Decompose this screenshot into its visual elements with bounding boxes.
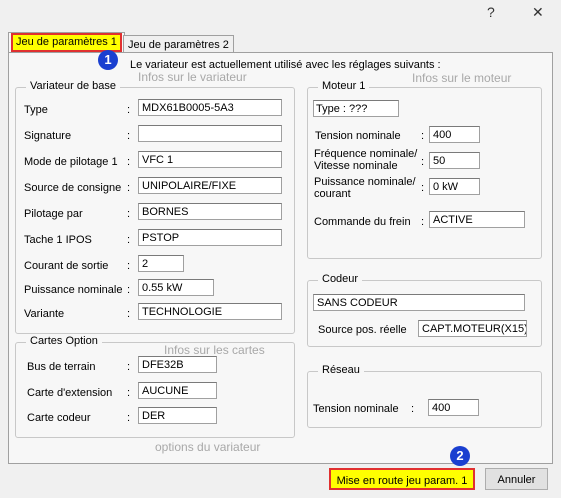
field-puissance-moteur: 0 kW — [429, 178, 480, 195]
label-commande-frein: Commande du frein — [314, 216, 411, 228]
reseau-title: Réseau — [318, 364, 364, 376]
marker-1: 1 — [98, 50, 118, 70]
label-frequence-line1: Fréquence nominale/ — [314, 148, 418, 160]
cartes-title: Cartes Option — [26, 335, 102, 347]
start-button[interactable]: Mise en route jeu param. 1 — [329, 468, 475, 490]
tab-label-2: Jeu de paramètres 2 — [128, 39, 229, 51]
ghost-moteur: Infos sur le moteur — [412, 71, 512, 85]
label-variante: Variante — [24, 308, 65, 320]
cancel-button[interactable]: Annuler — [485, 468, 548, 490]
field-puissance-nominale: 0.55 kW — [138, 279, 214, 296]
label-tension-reseau: Tension nominale — [313, 403, 399, 415]
field-courant-sortie: 2 — [138, 255, 184, 272]
field-source-consigne: UNIPOLAIRE/FIXE — [138, 177, 282, 194]
field-tension-moteur: 400 — [429, 126, 480, 143]
label-signature: Signature — [24, 130, 72, 142]
label-puissance-nominale: Puissance nominale — [24, 284, 123, 296]
label-puissance-line2: courant — [314, 188, 351, 200]
codeur-title: Codeur — [318, 273, 363, 285]
field-variante: TECHNOLOGIE — [138, 303, 282, 320]
field-commande-frein: ACTIVE — [429, 211, 525, 228]
field-bus-terrain: DFE32B — [138, 356, 217, 373]
ghost-variateur: Infos sur le variateur — [138, 70, 247, 84]
moteur-type-value: ??? — [349, 103, 368, 115]
marker-2: 2 — [450, 446, 470, 466]
label-tache-ipos: Tache 1 IPOS — [24, 234, 92, 246]
label-tension-moteur: Tension nominale — [315, 130, 401, 142]
field-carte-extension: AUCUNE — [138, 382, 217, 399]
help-button[interactable]: ? — [487, 4, 495, 20]
field-codeur: SANS CODEUR — [313, 294, 525, 311]
moteur-title: Moteur 1 — [318, 80, 370, 92]
field-frequence: 50 — [429, 152, 480, 169]
label-puissance-moteur: Puissance nominale/ courant — [314, 176, 416, 200]
label-carte-extension: Carte d'extension — [27, 387, 113, 399]
label-courant-sortie: Courant de sortie — [24, 260, 109, 272]
field-source-pos: CAPT.MOTEUR(X15) — [418, 320, 527, 337]
label-source-consigne: Source de consigne — [24, 182, 122, 194]
field-tension-reseau: 400 — [428, 399, 479, 416]
field-carte-codeur: DER — [138, 407, 217, 424]
label-type: Type — [24, 104, 48, 116]
label-carte-codeur: Carte codeur — [27, 412, 91, 424]
ghost-options: options du variateur — [155, 440, 261, 454]
field-type: MDX61B0005-5A3 — [138, 99, 282, 116]
label-source-pos: Source pos. réelle — [318, 324, 407, 336]
field-mode-pilotage: VFC 1 — [138, 151, 282, 168]
label-pilotage-par: Pilotage par — [24, 208, 83, 220]
moteur-type-label: Type : — [316, 103, 346, 115]
label-frequence-line2: Vitesse nominale — [314, 160, 398, 172]
label-mode-pilotage: Mode de pilotage 1 — [24, 156, 118, 168]
tab-label-1: Jeu de paramètres 1 — [11, 33, 122, 52]
label-bus-terrain: Bus de terrain — [27, 361, 96, 373]
variateur-title: Variateur de base — [26, 80, 121, 92]
close-icon[interactable]: ✕ — [532, 4, 544, 21]
reseau-group: Réseau — [307, 364, 542, 428]
field-moteur-type: Type : ??? — [313, 100, 399, 117]
field-signature — [138, 125, 282, 142]
label-puissance-line1: Puissance nominale/ — [314, 176, 416, 188]
field-tache-ipos: PSTOP — [138, 229, 282, 246]
field-pilotage-par: BORNES — [138, 203, 282, 220]
label-frequence: Fréquence nominale/ Vitesse nominale — [314, 148, 417, 172]
